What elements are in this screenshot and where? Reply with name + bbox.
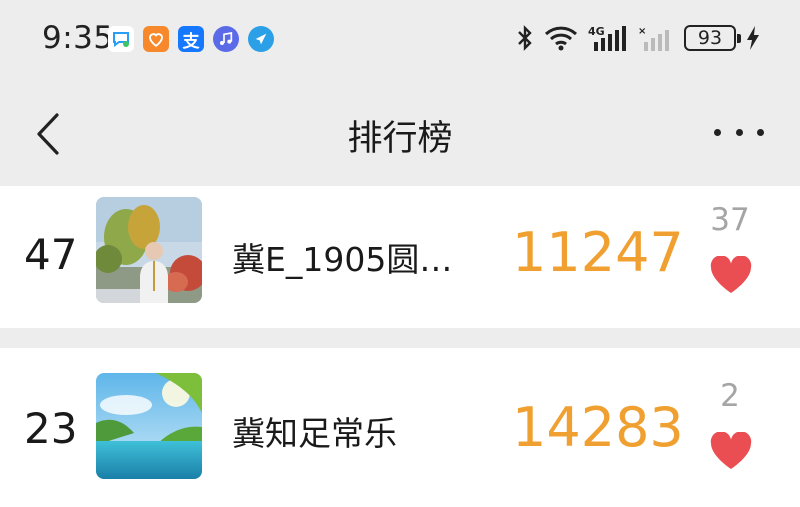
battery-level: 93 <box>697 27 723 49</box>
charging-icon <box>747 26 759 50</box>
step-count: 11247 <box>512 221 684 284</box>
signal-4g-icon: 4G <box>588 25 626 51</box>
more-dot <box>714 128 721 136</box>
like-count: 2 <box>720 378 740 414</box>
like-count: 37 <box>710 202 750 238</box>
more-dot <box>735 128 743 136</box>
ranking-row[interactable]: 23 冀知足常乐 14283 2 <box>0 348 800 507</box>
battery-indicator: 93 <box>684 25 741 51</box>
wifi-icon <box>544 26 578 51</box>
alipay-icon: 支 <box>178 26 204 52</box>
notification-icons: 支 <box>108 26 274 52</box>
more-dot <box>757 128 764 136</box>
svg-text:×: × <box>638 26 646 37</box>
status-bar: 9:35 支 4G × 93 <box>0 0 800 82</box>
heart-icon[interactable] <box>710 432 752 470</box>
rank-number: 23 <box>24 404 78 453</box>
chat-bubble-icon <box>108 26 134 52</box>
user-name: 冀E_1905圆… <box>232 240 453 279</box>
more-button[interactable] <box>714 120 764 144</box>
bluetooth-icon <box>518 25 532 51</box>
system-icons: 4G × 93 <box>516 24 760 52</box>
avatar[interactable] <box>96 373 202 479</box>
ranking-row[interactable]: 47 冀E_1905圆… 11247 37 <box>0 186 800 328</box>
compass-icon <box>248 26 274 52</box>
avatar[interactable] <box>96 197 202 303</box>
step-count: 14283 <box>512 396 684 459</box>
heart-icon[interactable] <box>710 256 752 294</box>
heart-app-icon <box>143 26 169 52</box>
svg-text:4G: 4G <box>588 25 605 38</box>
nav-bar: 排行榜 <box>0 82 800 186</box>
page-title: 排行榜 <box>347 119 453 159</box>
music-icon <box>213 26 239 52</box>
signal-empty-icon: × <box>638 26 669 51</box>
status-time: 9:35 <box>42 20 114 56</box>
rank-number: 47 <box>24 230 78 279</box>
user-name: 冀知足常乐 <box>232 414 397 453</box>
